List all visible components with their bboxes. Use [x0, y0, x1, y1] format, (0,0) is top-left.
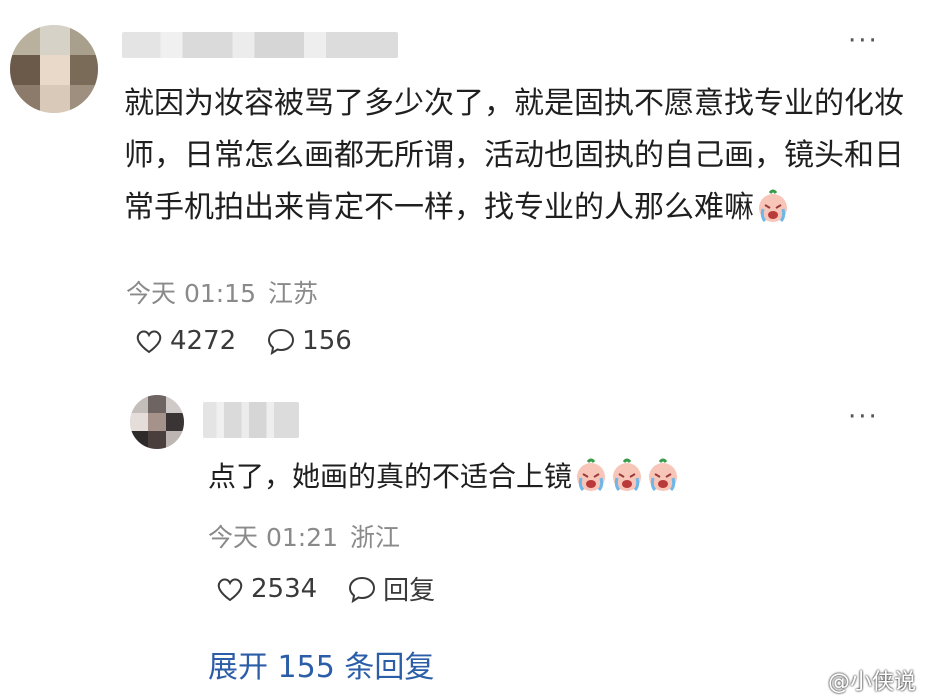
watermark-text: @小侠说 [827, 670, 916, 695]
crying-face-icon [756, 188, 790, 223]
reply-location: 浙江 [350, 523, 401, 552]
comment-body: 就因为妆容被骂了多少次了，就是固执不愿意找专业的化妆师，日常怎么画都无所谓，活动… [124, 78, 904, 234]
reply-label: 回复 [383, 576, 436, 606]
reply-button[interactable]: 回复 [347, 570, 435, 607]
username-blurred[interactable] [122, 32, 398, 58]
crying-face-icon [574, 458, 608, 492]
reply-meta: 今天 01:21 浙江 [208, 518, 400, 554]
heart-icon [217, 578, 243, 601]
like-button[interactable]: 4272 [134, 326, 236, 356]
comment-meta: 今天 01:15 江苏 [126, 274, 318, 310]
reply-like-button[interactable]: 2534 [215, 574, 317, 604]
timestamp: 今天 01:15 [126, 279, 256, 308]
crying-face-icon [646, 458, 680, 492]
reply-actions: 2534 回复 [215, 570, 435, 607]
comment-button[interactable]: 156 [266, 326, 352, 356]
more-options-icon[interactable]: ··· [848, 28, 879, 54]
heart-icon [136, 330, 162, 354]
reply-more-options-icon[interactable]: ··· [848, 404, 879, 430]
location: 江苏 [268, 279, 319, 308]
avatar[interactable] [10, 25, 98, 113]
weibo-logo-icon [800, 671, 822, 689]
comment-actions: 4272 156 [134, 326, 352, 356]
comment-bubble-icon [268, 328, 295, 356]
crying-face-icon [610, 458, 644, 492]
like-count: 4272 [170, 326, 237, 356]
reply-username-blurred[interactable] [203, 402, 299, 438]
reply-avatar[interactable] [130, 395, 184, 449]
expand-replies-link[interactable]: 展开 155 条回复 [208, 642, 434, 686]
reply-like-count: 2534 [251, 573, 318, 604]
comment-thread: ··· 就因为妆容被骂了多少次了，就是固执不愿意找专业的化妆师，日常怎么画都无所… [0, 0, 928, 699]
reply-text: 点了，她画的真的不适合上镜 [208, 460, 573, 493]
watermark: @小侠说 [800, 664, 916, 696]
comment-bubble-icon [349, 576, 376, 603]
reply-body: 点了，她画的真的不适合上镜 [208, 452, 908, 502]
comment-count: 156 [302, 326, 352, 356]
reply-timestamp: 今天 01:21 [208, 523, 338, 552]
